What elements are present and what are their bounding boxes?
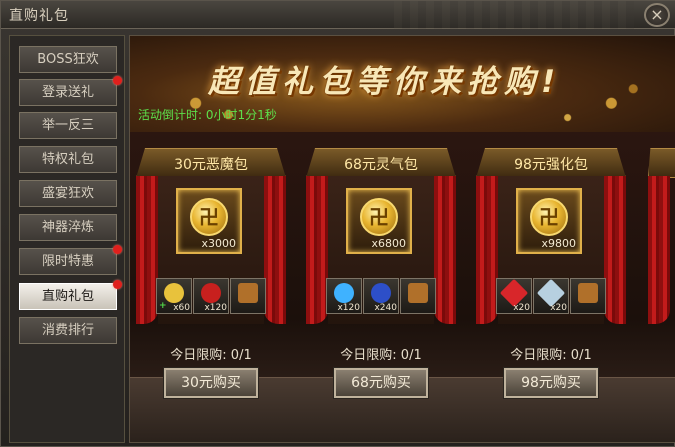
treasure-chest-icon [578,283,598,303]
reward-slot[interactable] [230,278,266,314]
pack-header [648,148,675,178]
sidebar-item-label: 盛宴狂欢 [41,186,94,201]
main-reward-slot[interactable]: 卍 x3000 [176,188,242,254]
daily-limit: 今日限购: 0/1 [170,348,252,363]
treasure-chest-icon [408,283,428,303]
plus-icon: + [159,301,167,311]
pack-card: 98元强化包 卍 x9800 x20 x20 [476,148,626,338]
sidebar-item-label: BOSS狂欢 [37,52,99,67]
gold-ingot-icon: 卍 [360,198,398,236]
pack-name: 98元强化包 [514,157,588,173]
gift-pack-window: 直购礼包 × BOSS狂欢 登录送礼 举一反三 特权礼包 盛宴狂欢 神器淬炼 限… [0,0,675,447]
curtain-left [306,176,328,324]
pack-name: 68元灵气包 [344,157,418,173]
sidebar-item-one-three[interactable]: 举一反三 [19,112,117,139]
main-reward-slot[interactable]: 卍 x9800 [516,188,582,254]
dragon-ornament [394,1,634,29]
window-title: 直购礼包 [9,8,69,24]
blue-orb-icon [371,283,391,303]
daily-limit: 今日限购: 0/1 [340,348,422,363]
title-bar: 直购礼包 × [1,1,675,29]
reward-slot[interactable]: x120 [193,278,229,314]
sidebar-item-feast-carnival[interactable]: 盛宴狂欢 [19,180,117,207]
sidebar-item-label: 特权礼包 [41,152,94,167]
treasure-chest-icon [238,283,258,303]
main-reward-qty: x3000 [201,237,236,250]
notification-dot [113,280,122,289]
curtain-right [434,176,456,324]
curtain-left [648,176,670,324]
sidebar-item-artifact-refine[interactable]: 神器淬炼 [19,214,117,241]
sidebar-item-boss-carnival[interactable]: BOSS狂欢 [19,46,117,73]
main-reward-qty: x9800 [541,237,576,250]
curtain-right [604,176,626,324]
pack-body: 卍 x6800 x120 x240 [326,176,436,324]
reward-slot[interactable]: x20 [496,278,532,314]
notification-dot [113,76,122,85]
reward-slot[interactable]: + x60 [156,278,192,314]
event-countdown: 活动倒计时: 0小时1分1秒 [138,108,277,122]
curtain-right [264,176,286,324]
banner-headline: 超值礼包等你来抢购! [208,64,562,100]
sidebar-item-label: 登录送礼 [41,85,94,100]
reward-qty: x240 [374,303,397,313]
main-panel: 超值礼包等你来抢购! 活动倒计时: 0小时1分1秒 30元恶魔包 卍 x3000… [129,35,675,443]
pack-card: 68元灵气包 卍 x6800 x120 x240 [306,148,456,338]
curtain-left [476,176,498,324]
sidebar-item-label: 消费排行 [41,323,94,338]
reward-slot[interactable]: x120 [326,278,362,314]
event-banner: 超值礼包等你来抢购! 活动倒计时: 0小时1分1秒 [130,36,675,132]
red-orb-icon [201,283,221,303]
pack-card: 30元恶魔包 卍 x3000 + x60 x120 [136,148,286,338]
gold-ingot-icon: 卍 [190,198,228,236]
reward-qty: x120 [337,303,360,313]
yellow-gem-icon [164,283,184,303]
reward-slot[interactable]: x20 [533,278,569,314]
reward-qty: x60 [173,303,190,313]
buy-30-button[interactable]: 30元购买 [164,368,258,398]
main-reward-slot[interactable]: 卍 x6800 [346,188,412,254]
main-reward-qty: x6800 [371,237,406,250]
buy-98-button[interactable]: 98元购买 [504,368,598,398]
pack-card-partial [648,148,675,338]
daily-limit: 今日限购: 0/1 [510,348,592,363]
sidebar-item-spending-rank[interactable]: 消费排行 [19,317,117,344]
reward-slot[interactable] [400,278,436,314]
sidebar-item-label: 举一反三 [41,118,94,133]
blue-flame-icon [334,283,354,303]
reward-qty: x120 [204,303,227,313]
reward-slot[interactable] [570,278,606,314]
sidebar-item-limited-offer[interactable]: 限时特惠 [19,245,122,275]
sidebar-item-privilege-pack[interactable]: 特权礼包 [19,146,117,173]
notification-dot [113,245,122,254]
sidebar-item-label: 直购礼包 [41,289,94,304]
sidebar-item-login-gift[interactable]: 登录送礼 [19,76,122,106]
reward-qty: x20 [550,303,567,313]
sidebar-item-label: 神器淬炼 [41,220,94,235]
reward-qty: x20 [513,303,530,313]
gold-ingot-icon: 卍 [530,198,568,236]
reward-slot[interactable]: x240 [363,278,399,314]
curtain-left [136,176,158,324]
sidebar: BOSS狂欢 登录送礼 举一反三 特权礼包 盛宴狂欢 神器淬炼 限时特惠 直购礼… [9,35,125,443]
pack-body: 卍 x9800 x20 x20 [496,176,606,324]
pack-name: 30元恶魔包 [174,157,248,173]
close-button[interactable]: × [644,3,670,27]
sidebar-item-label: 限时特惠 [41,254,94,269]
buy-68-button[interactable]: 68元购买 [334,368,428,398]
sidebar-item-direct-pack[interactable]: 直购礼包 [19,280,122,310]
pack-body: 卍 x3000 + x60 x120 [156,176,266,324]
